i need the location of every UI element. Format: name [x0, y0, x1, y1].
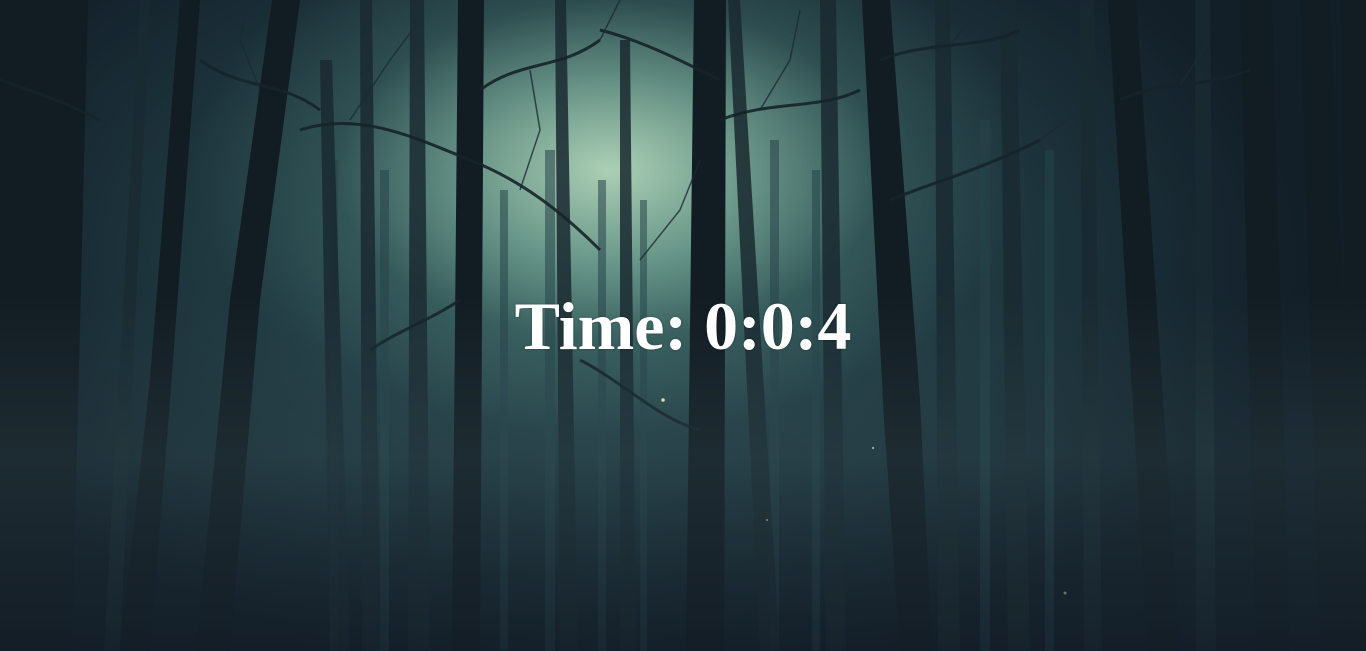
timer-label: Time:	[514, 288, 688, 364]
timer-display: Time: 0:0:4	[0, 286, 1366, 366]
timer-value: 0:0:4	[704, 288, 852, 364]
misty-forest-background: Time: 0:0:4	[0, 0, 1366, 651]
